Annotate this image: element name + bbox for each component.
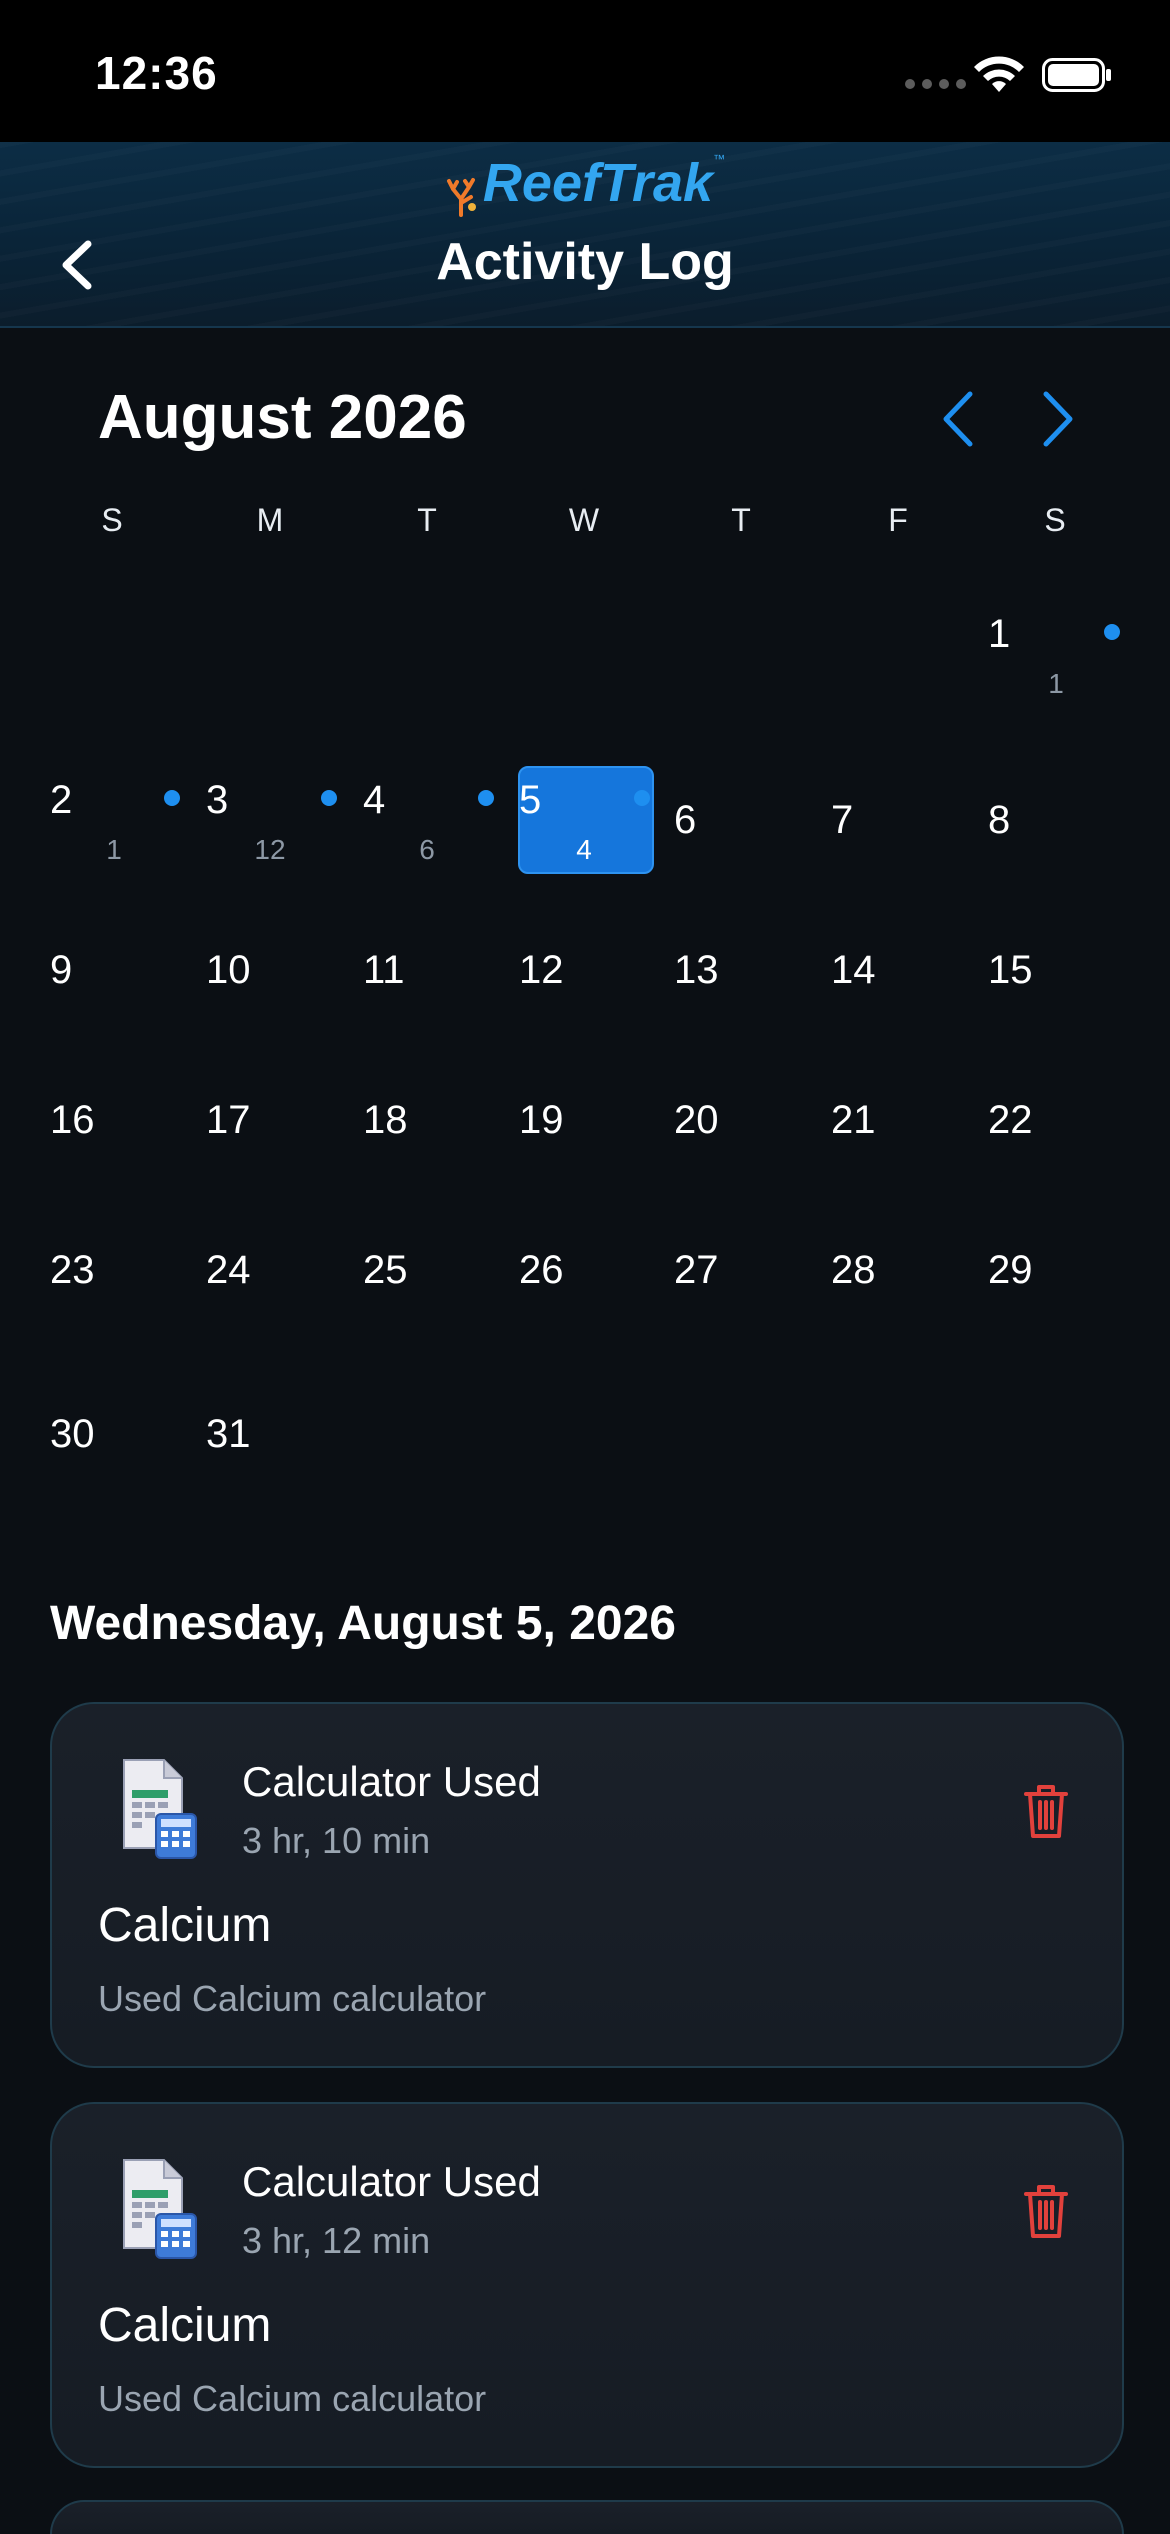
activity-count: 1 <box>106 834 122 865</box>
delete-button[interactable] <box>1022 2182 1070 2240</box>
page-title: Activity Log <box>436 233 734 291</box>
calendar-day[interactable]: 12 <box>519 948 564 993</box>
previous-month-button[interactable] <box>934 388 984 450</box>
calendar-day[interactable]: 1 <box>988 612 1010 657</box>
calendar-day[interactable]: 19 <box>519 1098 564 1143</box>
calendar-day[interactable]: 25 <box>363 1248 408 1293</box>
status-time: 12:36 <box>95 47 218 99</box>
calculator-spreadsheet-icon <box>123 1759 197 1859</box>
activity-type: Calculator Used <box>242 2158 541 2205</box>
calendar-day[interactable]: 16 <box>50 1098 95 1143</box>
calendar-day[interactable]: 31 <box>206 1412 251 1457</box>
weekday-label: F <box>888 502 908 538</box>
activity-time: 3 hr, 12 min <box>242 2220 431 2261</box>
activity-card[interactable]: Calculator Used 3 hr, 10 min Calcium Use… <box>50 1702 1124 2068</box>
calculator-spreadsheet-icon <box>123 2159 197 2259</box>
weekday-label: M <box>256 502 284 538</box>
activity-name: Calcium <box>98 2299 272 2352</box>
calendar-day[interactable]: 11 <box>363 948 405 993</box>
nav-header: ReefTrak™ Activity Log <box>0 142 1170 328</box>
activity-card[interactable] <box>50 2500 1124 2534</box>
activity-dot <box>478 790 494 806</box>
activity-dot <box>634 790 650 806</box>
activity-card[interactable]: Calculator Used 3 hr, 12 min Calcium Use… <box>50 2102 1124 2468</box>
coral-icon <box>446 177 476 217</box>
selected-date-heading: Wednesday, August 5, 2026 <box>50 1597 676 1650</box>
calendar-day[interactable]: 2 <box>50 778 72 823</box>
weekday-label: S <box>1044 502 1066 538</box>
delete-button[interactable] <box>1022 1782 1070 1840</box>
calendar-day[interactable]: 28 <box>831 1248 876 1293</box>
calendar-day[interactable]: 17 <box>206 1098 251 1143</box>
calendar-day[interactable]: 23 <box>50 1248 95 1293</box>
app-logo: ReefTrak™ <box>0 152 1170 217</box>
calendar-day[interactable]: 29 <box>988 1248 1033 1293</box>
calendar-day[interactable]: 8 <box>988 798 1010 843</box>
next-month-button[interactable] <box>1032 388 1082 450</box>
activity-dot <box>321 790 337 806</box>
calendar-day[interactable]: 24 <box>206 1248 251 1293</box>
activity-type: Calculator Used <box>242 1758 541 1805</box>
weekday-label: S <box>101 502 123 538</box>
activity-description: Used Calcium calculator <box>98 1978 487 2019</box>
activity-count: 6 <box>419 834 435 865</box>
calendar-day[interactable]: 10 <box>206 948 251 993</box>
activity-description: Used Calcium calculator <box>98 2378 487 2419</box>
logo-text: ReefTrak <box>482 153 714 213</box>
activity-name: Calcium <box>98 1899 272 1952</box>
calendar-day[interactable]: 18 <box>363 1098 408 1143</box>
calendar-day[interactable]: 9 <box>50 948 72 993</box>
month-title: August 2026 <box>98 383 467 452</box>
calendar-day[interactable]: 30 <box>50 1412 95 1457</box>
signal-icon <box>905 76 973 94</box>
activity-time: 3 hr, 10 min <box>242 1820 431 1861</box>
weekday-label: W <box>568 502 600 538</box>
activity-count: 4 <box>576 834 592 865</box>
calendar-day[interactable]: 27 <box>674 1248 719 1293</box>
calendar-day[interactable]: 7 <box>831 798 853 843</box>
calendar-day[interactable]: 21 <box>831 1098 876 1143</box>
calendar-day[interactable]: 4 <box>363 778 385 823</box>
calendar-day[interactable]: 15 <box>988 948 1033 993</box>
calendar-day[interactable]: 22 <box>988 1098 1033 1143</box>
calendar-day-selected[interactable]: 5 <box>519 778 541 823</box>
calendar-day[interactable]: 26 <box>519 1248 564 1293</box>
activity-count: 1 <box>1048 668 1064 699</box>
calendar-day[interactable]: 20 <box>674 1098 719 1143</box>
weekday-label: T <box>731 502 751 538</box>
weekday-label: T <box>417 502 437 538</box>
calendar-day[interactable]: 13 <box>674 948 719 993</box>
activity-dot <box>164 790 180 806</box>
activity-dot <box>1104 624 1120 640</box>
activity-count: 12 <box>254 834 286 865</box>
calendar-day[interactable]: 14 <box>831 948 876 993</box>
wifi-icon <box>974 56 1024 92</box>
calendar-day[interactable]: 3 <box>206 778 228 823</box>
battery-icon <box>1042 58 1111 92</box>
status-bar: 12:36 <box>0 0 1170 142</box>
calendar-day[interactable]: 6 <box>674 798 696 843</box>
